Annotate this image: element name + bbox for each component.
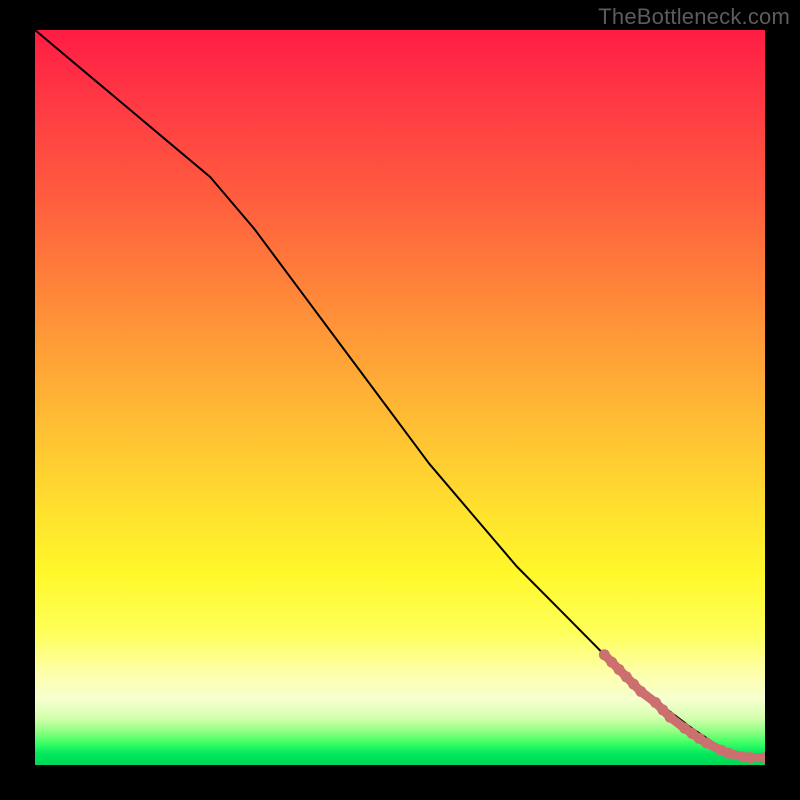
chart-frame: TheBottleneck.com [0, 0, 800, 800]
bottleneck-curve [35, 30, 765, 758]
watermark-text: TheBottleneck.com [598, 4, 790, 30]
data-marker [665, 712, 676, 723]
data-marker [701, 737, 712, 748]
plot-area [35, 30, 765, 765]
data-marker [635, 686, 646, 697]
data-marker [723, 748, 734, 759]
data-marker [745, 752, 756, 763]
marker-group [599, 649, 765, 763]
chart-svg [35, 30, 765, 765]
